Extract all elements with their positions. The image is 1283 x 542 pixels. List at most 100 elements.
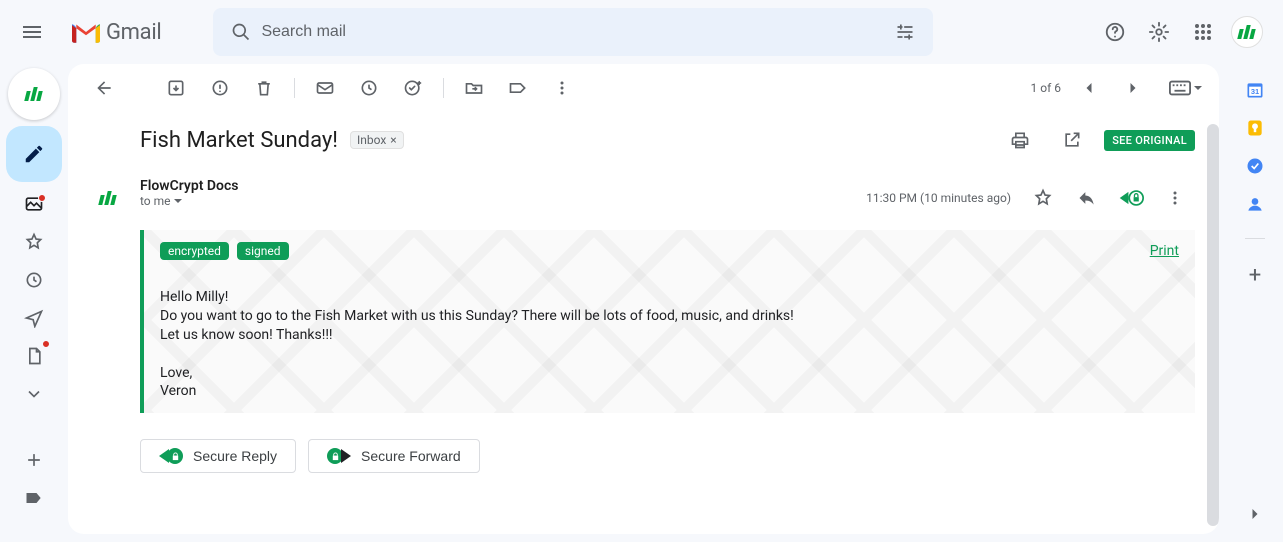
gear-icon [1148, 21, 1170, 43]
search-icon [221, 12, 261, 52]
snooze-button[interactable] [349, 68, 389, 108]
calendar-icon: 31 [1245, 80, 1265, 100]
rail-more[interactable] [14, 378, 54, 410]
keep-app-button[interactable] [1245, 118, 1265, 138]
svg-text:31: 31 [1251, 87, 1259, 96]
lock-reply-icon [1118, 188, 1144, 208]
move-button[interactable] [454, 68, 494, 108]
message-pane: 1 of 6 Fish Market Sunday! Inbox × SEE O… [68, 64, 1219, 534]
chevron-right-icon [1245, 504, 1265, 524]
secure-action-row: Secure Reply Secure Forward [68, 421, 1219, 491]
settings-button[interactable] [1139, 12, 1179, 52]
message-toolbar: 1 of 6 [68, 64, 1219, 112]
print-link[interactable]: Print [1150, 243, 1179, 259]
email-subject: Fish Market Sunday! [140, 128, 338, 153]
account-avatar[interactable] [1227, 12, 1267, 52]
remove-label-icon[interactable]: × [390, 133, 396, 147]
recipient-dropdown[interactable]: to me [140, 194, 238, 208]
flowcrypt-icon [98, 191, 117, 205]
secure-reply-icon-button[interactable] [1111, 178, 1151, 218]
unread-dot-icon [38, 194, 46, 202]
tasks-icon [1245, 156, 1265, 176]
spam-button[interactable] [200, 68, 240, 108]
task-add-icon [403, 78, 423, 98]
reply-icon [1077, 188, 1097, 208]
get-addons-button[interactable]: + [1249, 263, 1261, 288]
star-icon [24, 232, 44, 252]
rail-new-label[interactable] [14, 444, 54, 476]
search-options-button[interactable] [885, 12, 925, 52]
contacts-app-button[interactable] [1245, 194, 1265, 214]
gmail-logo[interactable]: Gmail [64, 20, 169, 45]
support-button[interactable] [1095, 12, 1135, 52]
prev-message-button[interactable] [1069, 68, 1109, 108]
flowcrypt-icon [24, 87, 43, 101]
reply-button[interactable] [1067, 178, 1107, 218]
tasks-app-button[interactable] [1245, 156, 1265, 176]
print-icon [1010, 130, 1030, 150]
collapse-panel-button[interactable] [1239, 498, 1271, 530]
move-folder-icon [464, 78, 484, 98]
encrypted-message-block: encrypted signed Print Hello Milly! Do y… [140, 230, 1195, 413]
contacts-icon [1245, 194, 1265, 214]
open-external-icon [1062, 130, 1082, 150]
rail-label[interactable] [14, 482, 54, 514]
calendar-app-button[interactable]: 31 [1245, 80, 1265, 100]
labels-button[interactable] [498, 68, 538, 108]
sender-avatar[interactable] [88, 178, 128, 218]
see-original-button[interactable]: SEE ORIGINAL [1104, 130, 1195, 151]
scrollbar[interactable] [1207, 124, 1219, 526]
signed-badge: signed [237, 242, 289, 260]
label-icon [24, 488, 44, 508]
message-body: Hello Milly! Do you want to go to the Fi… [160, 288, 1179, 401]
chevron-down-icon [24, 384, 44, 404]
inbox-label-chip[interactable]: Inbox × [350, 131, 404, 149]
secure-forward-label: Secure Forward [361, 448, 461, 464]
star-message-button[interactable] [1023, 178, 1063, 218]
message-timestamp: 11:30 PM (10 minutes ago) [866, 191, 1011, 205]
apps-button[interactable] [1183, 12, 1223, 52]
rail-snoozed[interactable] [14, 264, 54, 296]
star-icon [1033, 188, 1053, 208]
more-actions-button[interactable] [542, 68, 582, 108]
open-new-window-button[interactable] [1052, 120, 1092, 160]
rail-sent[interactable] [14, 302, 54, 334]
add-task-button[interactable] [393, 68, 433, 108]
next-message-button[interactable] [1113, 68, 1153, 108]
rail-starred[interactable] [14, 226, 54, 258]
plus-icon [24, 450, 44, 470]
secure-forward-button[interactable]: Secure Forward [308, 439, 480, 473]
main-menu-button[interactable] [8, 8, 56, 56]
pencil-icon [23, 143, 45, 165]
hamburger-icon [20, 20, 44, 44]
trash-icon [254, 78, 274, 98]
back-button[interactable] [84, 68, 124, 108]
rail-inbox[interactable] [14, 188, 54, 220]
secure-reply-label: Secure Reply [193, 448, 277, 464]
compose-button[interactable] [6, 126, 62, 182]
caret-down-icon [1193, 83, 1203, 93]
input-tools-button[interactable] [1169, 80, 1203, 96]
unread-dot-icon [42, 340, 50, 348]
spam-icon [210, 78, 230, 98]
keep-icon [1245, 118, 1265, 138]
arrow-left-icon [94, 78, 114, 98]
message-more-button[interactable] [1155, 178, 1195, 218]
delete-button[interactable] [244, 68, 284, 108]
print-button[interactable] [1000, 120, 1040, 160]
extension-avatar-button[interactable] [8, 68, 60, 120]
sender-row: FlowCrypt Docs to me 11:30 PM (10 minute… [68, 168, 1219, 222]
search-input[interactable] [261, 23, 885, 41]
gmail-text: Gmail [106, 20, 161, 45]
rail-drafts[interactable] [14, 340, 54, 372]
more-vert-icon [1165, 188, 1185, 208]
search-bar[interactable] [213, 8, 933, 56]
chevron-right-icon [1123, 78, 1143, 98]
mark-unread-button[interactable] [305, 68, 345, 108]
send-icon [24, 308, 44, 328]
subject-row: Fish Market Sunday! Inbox × SEE ORIGINAL [68, 112, 1219, 168]
chevron-left-icon [1079, 78, 1099, 98]
app-header: Gmail [0, 0, 1283, 64]
archive-button[interactable] [156, 68, 196, 108]
secure-reply-button[interactable]: Secure Reply [140, 439, 296, 473]
